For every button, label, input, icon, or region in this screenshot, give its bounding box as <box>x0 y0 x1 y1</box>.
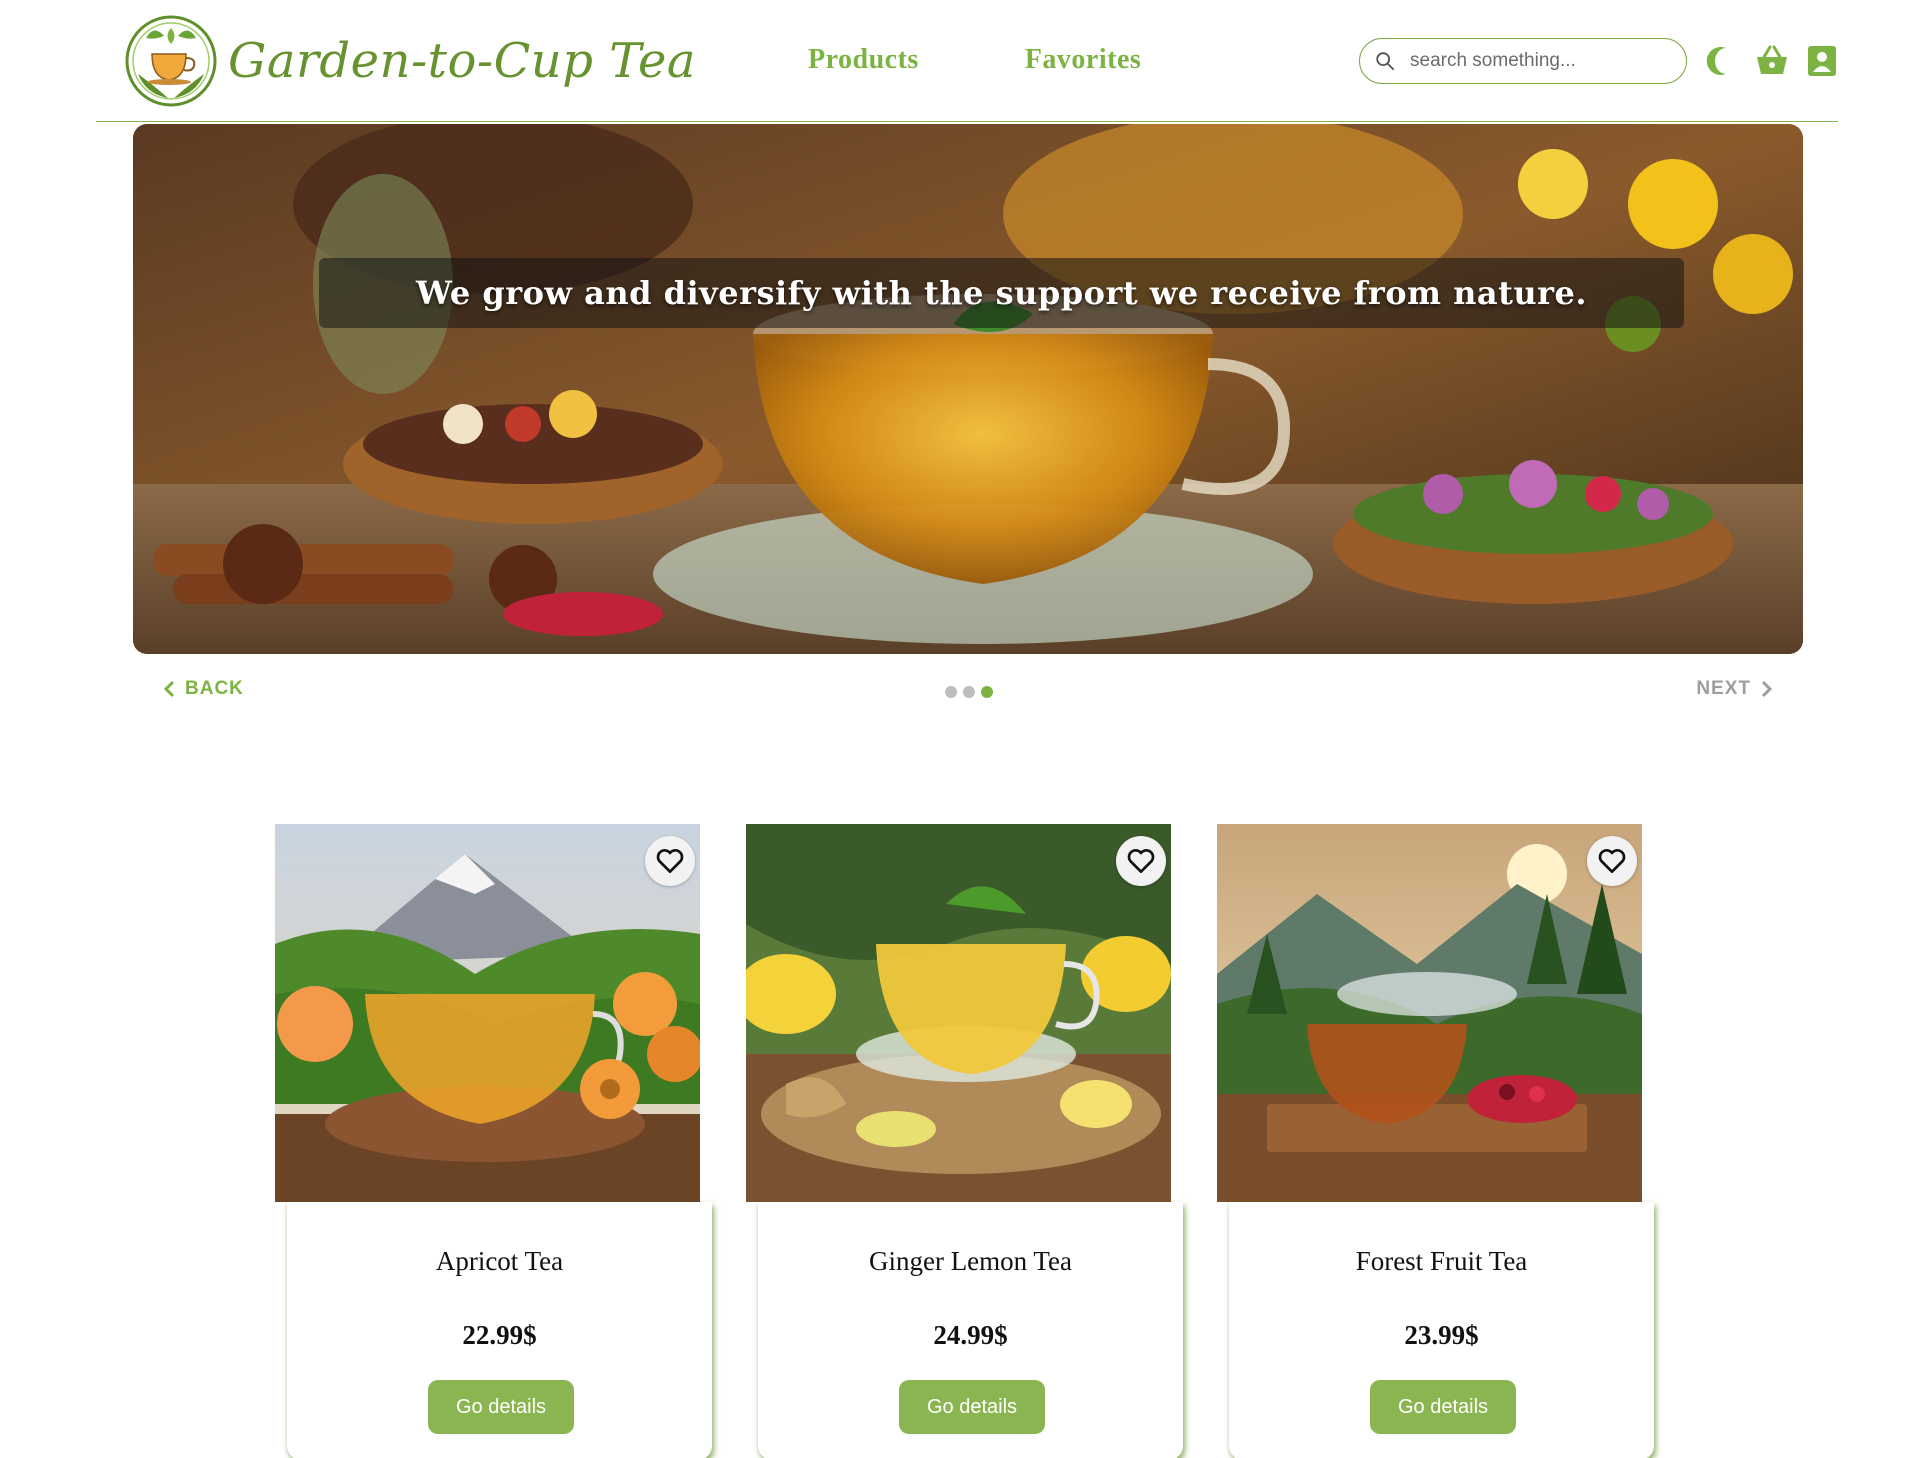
product-image[interactable] <box>275 824 700 1202</box>
carousel-dots <box>945 686 993 698</box>
product-price: 24.99$ <box>933 1320 1008 1350</box>
go-details-button[interactable]: Go details <box>899 1380 1045 1434</box>
product-price: 23.99$ <box>1404 1320 1479 1350</box>
heart-icon <box>1598 849 1626 873</box>
carousel-controls: BACK NEXT <box>133 670 1803 710</box>
product-image[interactable] <box>746 824 1171 1202</box>
nav-products-link[interactable]: Products <box>808 44 919 76</box>
product-info: Ginger Lemon Tea 24.99$ Go details <box>758 1202 1183 1458</box>
search-input[interactable] <box>1410 50 1660 72</box>
back-label: BACK <box>185 678 244 699</box>
moon-icon[interactable] <box>1704 44 1740 78</box>
nav-favorites-link[interactable]: Favorites <box>1025 44 1141 76</box>
favorite-button[interactable] <box>1587 836 1637 886</box>
product-card: Forest Fruit Tea 23.99$ Go details <box>1217 824 1654 1458</box>
teacup-logo-icon <box>125 15 217 107</box>
favorite-button[interactable] <box>1116 836 1166 886</box>
product-name: Apricot Tea <box>435 1246 564 1276</box>
brand-name: Garden-to-Cup Tea <box>228 33 697 89</box>
user-icon[interactable] <box>1804 44 1840 78</box>
carousel-back-button[interactable]: BACK <box>163 678 244 700</box>
carousel-dot-active[interactable] <box>981 686 993 698</box>
product-info: Apricot Tea 22.99$ Go details <box>287 1202 712 1458</box>
chevron-right-icon <box>1761 680 1773 698</box>
product-name: Ginger Lemon Tea <box>868 1246 1073 1276</box>
product-info: Forest Fruit Tea 23.99$ Go details <box>1229 1202 1654 1458</box>
heart-icon <box>1127 849 1155 873</box>
product-price: 22.99$ <box>462 1320 537 1350</box>
header-actions <box>1704 44 1840 78</box>
hero-tea-photo <box>133 124 1803 654</box>
brand-logo[interactable]: Garden-to-Cup Tea <box>124 14 696 108</box>
carousel-next-button[interactable]: NEXT <box>1696 678 1773 700</box>
product-card: Ginger Lemon Tea 24.99$ Go details <box>746 824 1183 1458</box>
chevron-left-icon <box>163 680 175 698</box>
product-card: Apricot Tea 22.99$ Go details <box>275 824 712 1458</box>
carousel-dot[interactable] <box>945 686 957 698</box>
go-details-button[interactable]: Go details <box>1370 1380 1516 1434</box>
product-name: Forest Fruit Tea <box>1355 1246 1528 1276</box>
hero-caption: We grow and diversify with the support w… <box>416 274 1587 312</box>
hero-banner: We grow and diversify with the support w… <box>133 124 1803 654</box>
product-image[interactable] <box>1217 824 1642 1202</box>
carousel-dot[interactable] <box>963 686 975 698</box>
favorite-button[interactable] <box>645 836 695 886</box>
search-icon <box>1376 52 1395 71</box>
site-header: Garden-to-Cup Tea Products Favorites <box>96 0 1838 122</box>
next-label: NEXT <box>1696 678 1751 699</box>
heart-icon <box>656 849 684 873</box>
go-details-button[interactable]: Go details <box>428 1380 574 1434</box>
hero-caption-box: We grow and diversify with the support w… <box>319 258 1684 328</box>
search-box <box>1359 38 1687 84</box>
basket-icon[interactable] <box>1754 44 1790 78</box>
main-nav: Products Favorites <box>808 44 1141 76</box>
